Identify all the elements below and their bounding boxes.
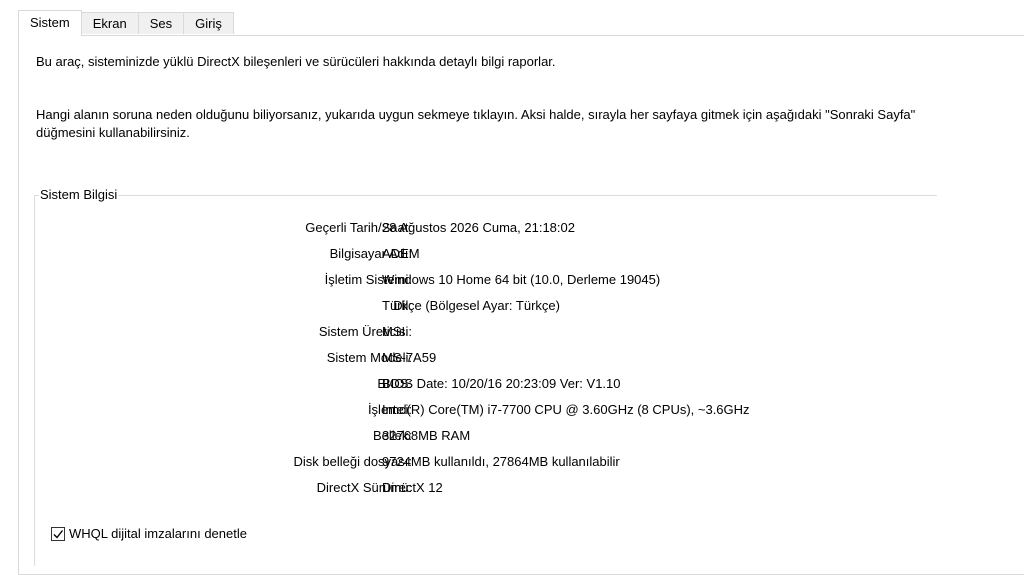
tab-giris[interactable]: Giriş: [184, 12, 234, 34]
info-value: Intel(R) Core(TM) i7-7700 CPU @ 3.60GHz …: [382, 402, 750, 417]
system-info-title: Sistem Bilgisi: [39, 187, 119, 202]
checkmark-icon: [53, 529, 64, 539]
tab-ses[interactable]: Ses: [138, 12, 185, 34]
info-value: ADEM: [382, 246, 420, 261]
info-row-manufacturer: Sistem Üreticisi: MSI: [40, 321, 900, 347]
intro-text-1: Bu araç, sisteminizde yüklü DirectX bile…: [36, 54, 556, 69]
info-row-language: Dil: Türkçe (Bölgesel Ayar: Türkçe): [40, 295, 900, 321]
info-row-bios: BIOS: BIOS Date: 10/20/16 20:23:09 Ver: …: [40, 373, 900, 399]
info-row-model: Sistem Modeli: MS-7A59: [40, 347, 900, 373]
whql-checkbox-label: WHQL dijital imzalarını denetle: [69, 526, 247, 541]
info-value: 28 Ağustos 2026 Cuma, 21:18:02: [382, 220, 575, 235]
tab-bar: Sistem Ekran Ses Giriş: [18, 10, 234, 36]
info-value: MSI: [382, 324, 406, 339]
info-value: 32768MB RAM: [382, 428, 471, 443]
info-value: 9724MB kullanıldı, 27864MB kullanılabili…: [382, 454, 620, 469]
info-value: MS-7A59: [382, 350, 437, 365]
info-row-computer-name: Bilgisayar Adı: ADEM: [40, 243, 900, 269]
info-row-date: Geçerli Tarih/Saat: 28 Ağustos 2026 Cuma…: [40, 217, 900, 243]
info-row-os: İşletim Sistemi: Windows 10 Home 64 bit …: [40, 269, 900, 295]
info-value: Türkçe (Bölgesel Ayar: Türkçe): [382, 298, 560, 313]
info-row-processor: İşlemci: Intel(R) Core(TM) i7-7700 CPU @…: [40, 399, 900, 425]
whql-checkbox[interactable]: [51, 526, 65, 541]
whql-checkbox-row[interactable]: WHQL dijital imzalarını denetle: [51, 526, 247, 541]
info-value: DirectX 12: [382, 480, 443, 495]
info-value: Windows 10 Home 64 bit (10.0, Derleme 19…: [382, 272, 661, 287]
info-row-pagefile: Disk belleği dosyası: 9724MB kullanıldı,…: [40, 451, 900, 477]
info-row-memory: Bellek: 32768MB RAM: [40, 425, 900, 451]
info-value: BIOS Date: 10/20/16 20:23:09 Ver: V1.10: [382, 376, 621, 391]
tab-sistem[interactable]: Sistem: [18, 10, 82, 36]
intro-text-2: Hangi alanın soruna neden olduğunu biliy…: [36, 107, 916, 140]
info-row-directx: DirectX Sürümü: DirectX 12: [40, 477, 900, 503]
system-info-list: Geçerli Tarih/Saat: 28 Ağustos 2026 Cuma…: [40, 217, 900, 503]
tab-ekran[interactable]: Ekran: [81, 12, 139, 34]
